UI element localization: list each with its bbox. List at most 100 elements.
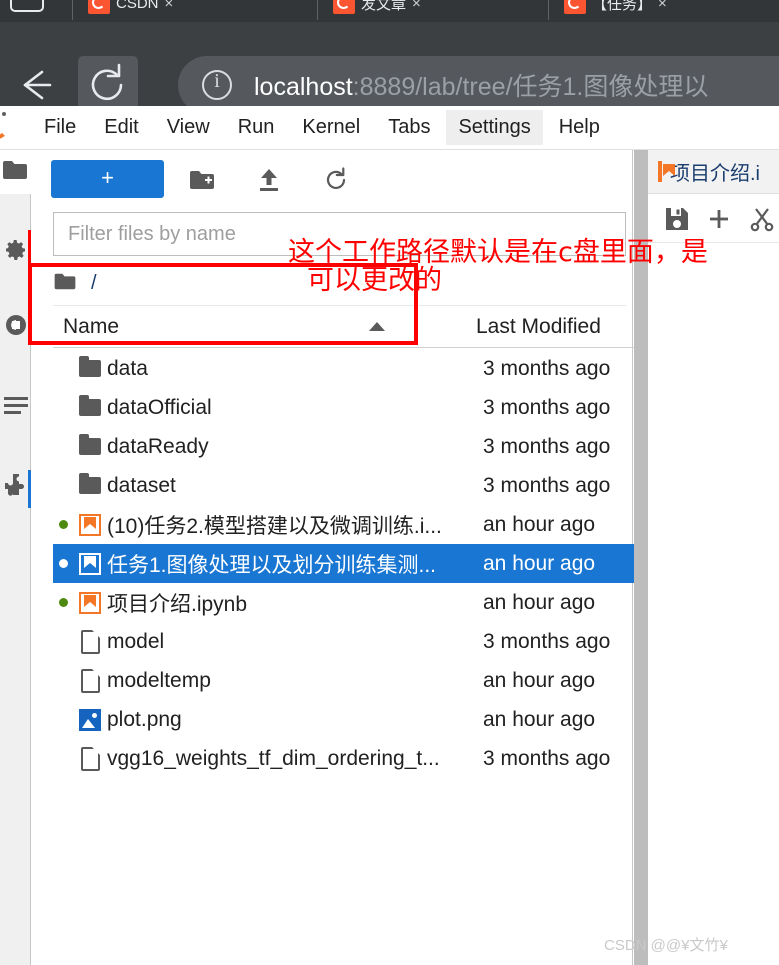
browser-tab-2[interactable]: 发文章 × [333,0,421,20]
sort-ascending-caret [369,322,386,331]
csdn-favicon [88,0,110,14]
menu-run[interactable]: Run [226,110,287,145]
panel-splitter-handle[interactable] [634,150,648,965]
file-name: (10)任务2.模型搭建以及微调训练.i... [107,514,442,538]
browser-tab-strip: CSDN × 发文章 × 【任务】 × [0,0,779,22]
sidebar-item-extension-manager[interactable] [0,465,31,509]
main-dock-area: 项目介绍.i [648,150,779,965]
browser-tab-3-title: 【任务】 [592,0,653,13]
sidebar-item-running[interactable] [0,230,31,274]
command-palette-icon [3,312,29,343]
running-indicator [53,559,73,568]
tab-divider [317,0,318,20]
menu-file[interactable]: File [32,110,88,145]
tab-close-icon[interactable]: × [658,0,667,12]
folder-icon [2,159,28,186]
dock-tab-notebook[interactable]: 项目介绍.i [658,157,760,186]
table-row[interactable]: data 3 months ago [53,349,666,388]
filter-files-field[interactable] [53,212,626,256]
file-name: plot.png [107,707,182,731]
window-restore-icon[interactable] [10,0,44,12]
file-list-header: Name Last Modified [53,306,656,348]
table-row[interactable]: dataOfficial 3 months ago [53,388,666,427]
table-row[interactable]: modeltemp an hour ago [53,661,666,700]
browser-tab-3[interactable]: 【任务】 × [564,0,667,20]
folder-icon [73,356,107,377]
upload-icon[interactable] [253,164,285,196]
file-name: vgg16_weights_tf_dim_ordering_t... [107,746,440,770]
tab-close-icon[interactable]: × [412,0,421,12]
table-row[interactable]: plot.png an hour ago [53,700,666,739]
browser-tab-2-title: 发文章 [361,0,407,13]
notebook-icon [73,513,107,536]
search-input[interactable] [54,222,625,246]
breadcrumb-root[interactable]: / [91,272,97,295]
table-row[interactable]: (10)任务2.模型搭建以及微调训练.i... an hour ago [53,505,666,544]
menu-settings[interactable]: Settings [446,110,543,145]
save-icon[interactable] [660,200,694,238]
csdn-favicon [564,0,586,14]
sidebar-item-commands[interactable] [0,305,31,349]
tab-divider [72,0,73,20]
list-icon [3,395,29,420]
column-header-last-modified[interactable]: Last Modified [476,315,656,339]
table-row-selected[interactable]: 任务1.图像处理以及划分训练集测... an hour ago [53,544,666,583]
file-name: dataOfficial [107,395,212,419]
menu-help[interactable]: Help [547,110,612,145]
file-name: 项目介绍.ipynb [107,592,248,616]
address-bar-url: localhost:8889/lab/tree/任务1.图像处理以 [254,67,708,103]
new-folder-icon[interactable] [186,164,218,196]
file-name: dataReady [107,434,209,458]
gear-icon [4,238,28,267]
back-arrow-icon[interactable] [12,62,58,108]
screenshot-root: CSDN × 发文章 × 【任务】 × i localhost:8889/lab… [0,0,779,965]
tab-divider [548,0,549,20]
notebook-toolbar [648,195,779,243]
file-icon [73,668,107,693]
url-host: localhost [254,73,353,101]
notebook-icon [658,160,662,182]
running-indicator [53,598,73,607]
dock-tab-label: 项目介绍.i [670,163,760,185]
table-row[interactable]: dataset 3 months ago [53,466,666,505]
table-row[interactable]: vgg16_weights_tf_dim_ordering_t... 3 mon… [53,739,666,778]
new-launcher-button[interactable]: + [51,160,164,198]
csdn-favicon [333,0,355,14]
file-name: 任务1.图像处理以及划分训练集测... [107,553,437,577]
sidebar-item-table-of-contents[interactable] [0,385,31,429]
jupyterlab-menu-bar: File Edit View Run Kernel Tabs Settings … [0,106,779,150]
menu-tabs[interactable]: Tabs [376,110,442,145]
browser-tab-1[interactable]: CSDN × [88,0,173,20]
tab-close-icon[interactable]: × [165,0,174,12]
table-row[interactable]: 项目介绍.ipynb an hour ago [53,583,666,622]
csdn-watermark: CSDN @@¥文竹¥ [604,937,728,954]
menu-view[interactable]: View [155,110,222,145]
jupyter-logo [0,111,30,145]
site-info-icon[interactable] [202,70,232,100]
browser-toolbar: localhost:8889/lab/tree/任务1.图像处理以 [0,22,779,114]
insert-cell-icon[interactable] [702,200,736,238]
table-row[interactable]: model 3 months ago [53,622,666,661]
column-header-name[interactable]: Name [63,315,476,339]
menu-kernel[interactable]: Kernel [290,110,372,145]
sidebar-item-file-browser[interactable] [0,150,31,194]
column-header-name-label: Name [63,314,120,338]
file-browser-panel: + Filter files by name / Name Last Modif… [31,150,666,965]
folder-icon [73,395,107,416]
menu-edit[interactable]: Edit [92,110,150,145]
image-file-icon [73,708,107,731]
activity-side-bar [0,150,31,965]
breadcrumb[interactable]: / [53,262,626,306]
file-icon [73,629,107,654]
browser-tab-1-title: CSDN [116,0,159,12]
refresh-icon[interactable] [321,164,353,196]
table-row[interactable]: dataReady 3 months ago [53,427,666,466]
file-list: data 3 months ago dataOfficial 3 months … [53,349,666,909]
notebook-icon [73,591,107,614]
file-name: data [107,356,148,380]
file-browser-toolbar: + [31,150,633,208]
file-name: modeltemp [107,668,211,692]
file-name: dataset [107,473,176,497]
file-name: model [107,629,165,653]
cut-icon[interactable] [745,200,779,238]
